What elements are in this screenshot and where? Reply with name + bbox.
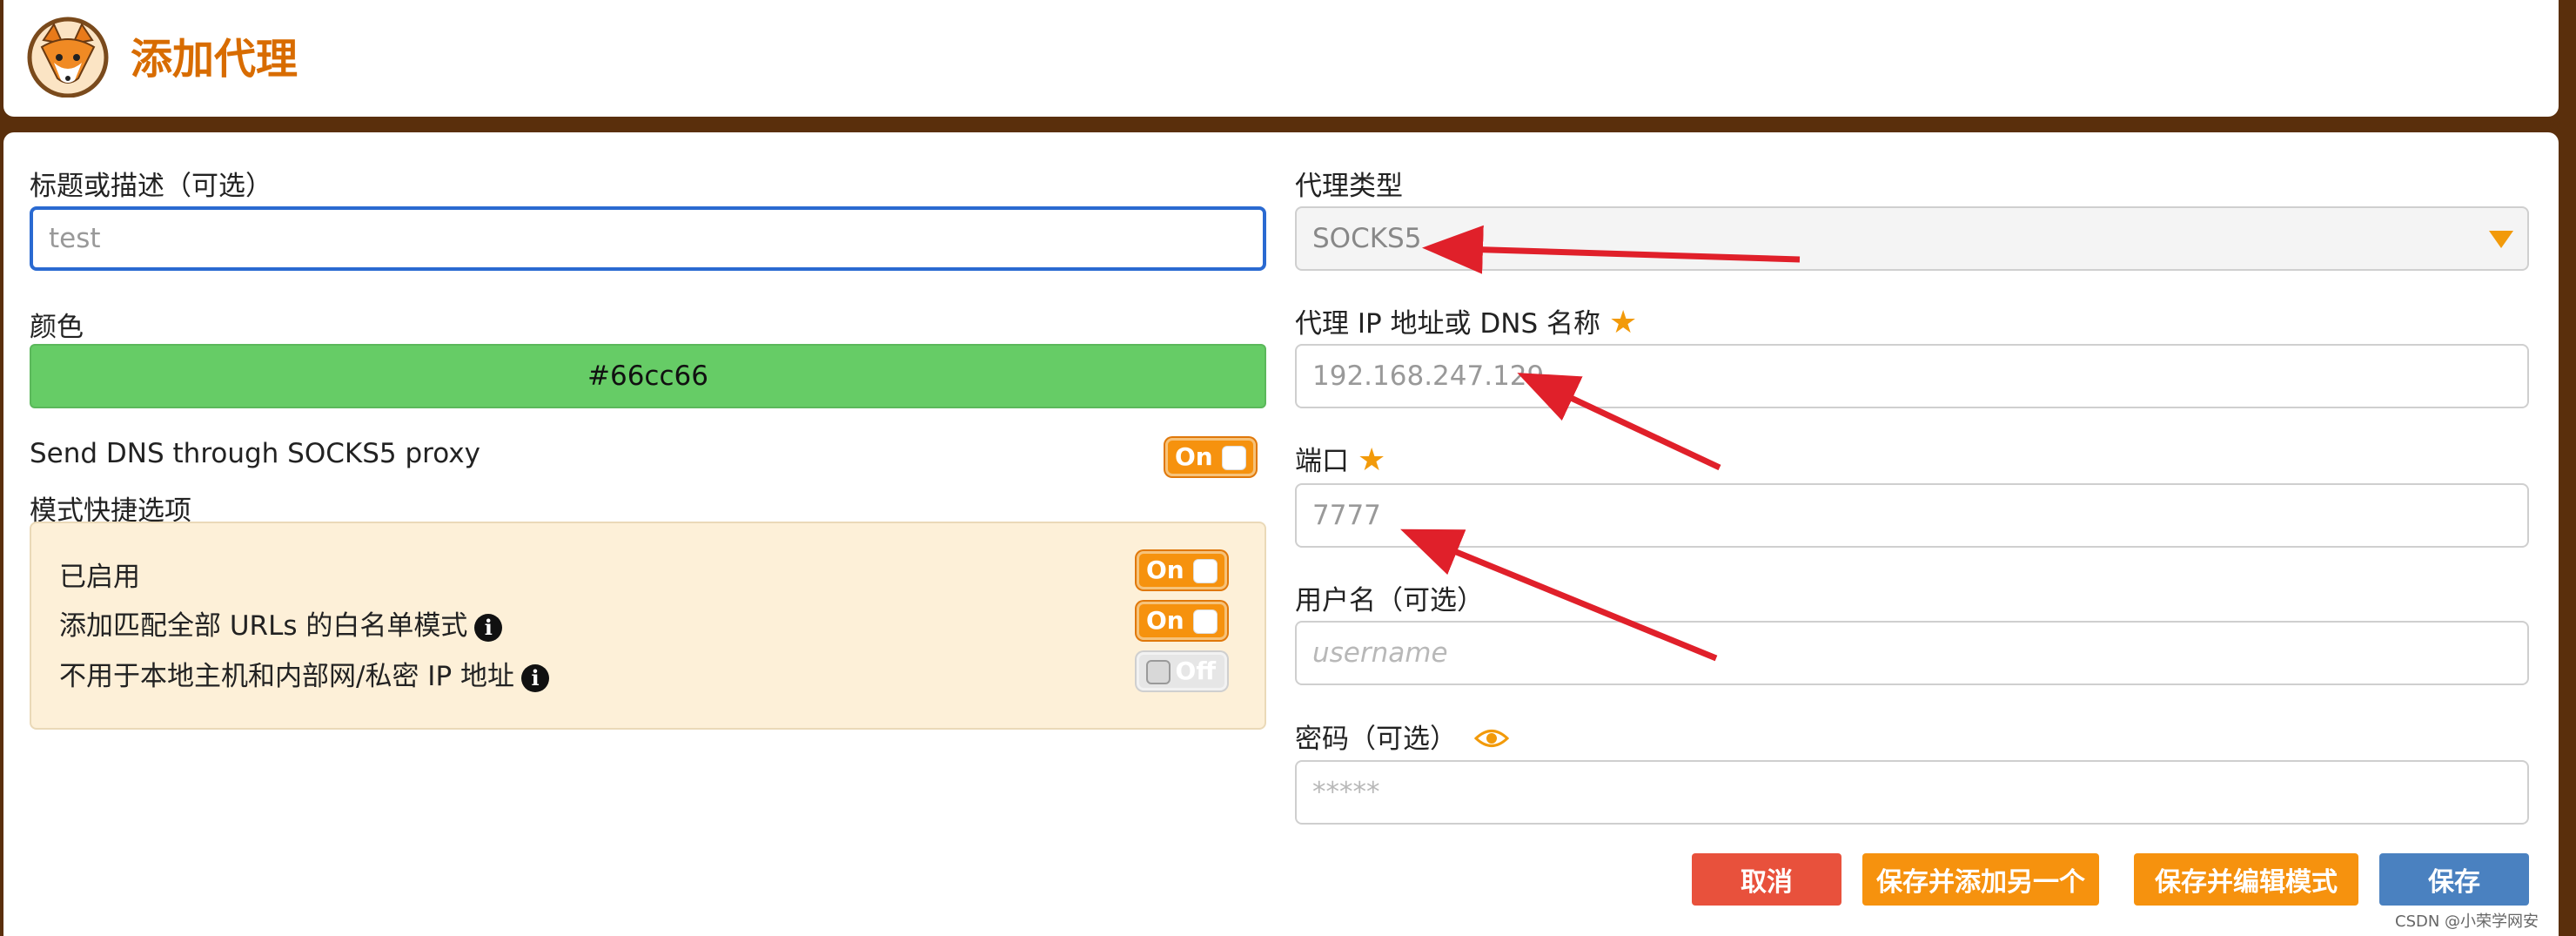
- chevron-down-icon: [2489, 231, 2513, 248]
- username-label: 用户名（可选）: [1295, 585, 1484, 616]
- header-bar: 添加代理: [3, 0, 2559, 117]
- toggle-knob: [1193, 609, 1218, 634]
- dns-toggle[interactable]: On: [1165, 438, 1256, 476]
- required-star-icon: ★: [1358, 442, 1386, 478]
- dns-label: Send DNS through SOCKS5 proxy: [30, 438, 480, 469]
- pattern-local-toggle[interactable]: Off: [1137, 652, 1227, 690]
- username-input[interactable]: username: [1295, 621, 2529, 685]
- port-label: 端口 ★: [1295, 442, 1386, 478]
- title-input[interactable]: test: [30, 206, 1266, 271]
- page-title: 添加代理: [131, 35, 299, 84]
- pattern-item-label: 添加匹配全部 URLs 的白名单模式 i: [59, 603, 503, 643]
- host-label: 代理 IP 地址或 DNS 名称 ★: [1295, 305, 1638, 340]
- toggle-state: On: [1175, 442, 1213, 471]
- toggle-knob: [1146, 660, 1171, 684]
- cancel-button[interactable]: 取消: [1692, 853, 1841, 906]
- save-and-add-button[interactable]: 保存并添加另一个: [1862, 853, 2099, 906]
- required-star-icon: ★: [1609, 305, 1638, 340]
- proxy-type-value: SOCKS5: [1312, 223, 1422, 254]
- pattern-enabled-toggle[interactable]: On: [1137, 551, 1227, 589]
- toggle-state: Off: [1175, 657, 1216, 685]
- pattern-item-label: 已启用: [59, 562, 140, 593]
- password-input[interactable]: *****: [1295, 760, 2529, 825]
- info-icon[interactable]: i: [521, 663, 549, 692]
- title-label: 标题或描述（可选）: [30, 171, 272, 202]
- host-input[interactable]: 192.168.247.129: [1295, 344, 2529, 408]
- color-label: 颜色: [30, 312, 84, 343]
- fox-logo-icon: [24, 14, 111, 98]
- pattern-item-label: 不用于本地主机和内部网/私密 IP 地址 i: [59, 654, 549, 693]
- eye-icon[interactable]: [1473, 725, 1510, 757]
- toggle-knob: [1222, 446, 1246, 470]
- proxy-type-select[interactable]: SOCKS5: [1295, 206, 2529, 271]
- save-button[interactable]: 保存: [2379, 853, 2529, 906]
- color-picker[interactable]: #66cc66: [30, 344, 1266, 408]
- toggle-state: On: [1146, 556, 1184, 584]
- info-icon[interactable]: i: [474, 613, 503, 642]
- save-and-edit-patterns-button[interactable]: 保存并编辑模式: [2134, 853, 2358, 906]
- watermark: CSDN @小荣学网安: [2395, 912, 2539, 931]
- toggle-state: On: [1146, 606, 1184, 635]
- proxy-type-label: 代理类型: [1295, 171, 1403, 202]
- password-label: 密码（可选）: [1295, 717, 1510, 757]
- pattern-whitelist-toggle[interactable]: On: [1137, 602, 1227, 640]
- toggle-knob: [1193, 559, 1218, 583]
- port-input[interactable]: 7777: [1295, 483, 2529, 548]
